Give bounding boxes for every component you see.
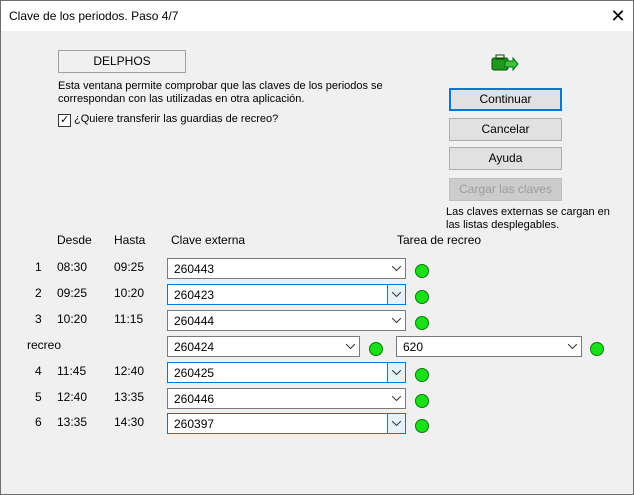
external-key-select[interactable]: 260425 <box>167 362 406 383</box>
status-ok-icon <box>590 342 604 356</box>
chevron-down-icon[interactable] <box>387 414 405 433</box>
title-bar: Clave de los periodos. Paso 4/7 ✕ <box>1 1 633 31</box>
external-key-select[interactable]: 260446 <box>167 388 406 409</box>
external-key-value: 260423 <box>174 288 215 302</box>
chevron-down-icon[interactable] <box>564 337 581 356</box>
row-from: 08:30 <box>57 260 88 274</box>
row-to: 12:40 <box>114 364 145 378</box>
description-text: Esta ventana permite comprobar que las c… <box>58 80 383 105</box>
external-key-value: 260444 <box>174 314 215 328</box>
external-key-select[interactable]: 260444 <box>167 310 406 331</box>
status-ok-icon <box>415 394 429 408</box>
check-mark-icon: ✓ <box>60 114 70 126</box>
break-label: recreo <box>27 338 62 352</box>
break-task-value: 620 <box>403 340 424 354</box>
transfer-icon <box>491 54 519 72</box>
status-ok-icon <box>415 290 429 304</box>
window-title: Clave de los periodos. Paso 4/7 <box>9 9 179 23</box>
row-number: 1 <box>35 260 42 274</box>
external-key-value: 260446 <box>174 392 215 406</box>
external-key-select[interactable]: 260423 <box>167 284 406 305</box>
external-key-value: 260443 <box>174 262 215 276</box>
dialog-window: Clave de los periodos. Paso 4/7 ✕ DELPHO… <box>0 0 634 495</box>
status-ok-icon <box>415 264 429 278</box>
row-number: 3 <box>35 312 42 326</box>
external-key-value: 260397 <box>174 417 215 431</box>
break-task-select[interactable]: 620 <box>396 336 582 357</box>
chevron-down-icon[interactable] <box>387 285 405 304</box>
row-to: 09:25 <box>114 260 145 274</box>
row-number: 2 <box>35 286 42 300</box>
row-number: 5 <box>35 390 42 404</box>
status-ok-icon <box>415 316 429 330</box>
break-key-select[interactable]: 260424 <box>167 336 360 357</box>
row-from: 12:40 <box>57 390 88 404</box>
chevron-down-icon[interactable] <box>342 337 359 356</box>
row-to: 14:30 <box>114 415 145 429</box>
app-name-box: DELPHOS <box>58 50 186 73</box>
header-break-task: Tarea de recreo <box>397 233 482 247</box>
row-from: 10:20 <box>57 312 88 326</box>
help-button[interactable]: Ayuda <box>449 147 562 170</box>
transfer-breaks-label: ¿Quiere transferir las guardias de recre… <box>74 113 279 125</box>
chevron-down-icon[interactable] <box>387 363 405 382</box>
header-external-key: Clave externa <box>171 233 246 247</box>
transfer-breaks-checkbox[interactable]: ✓ <box>58 114 71 127</box>
header-from: Desde <box>57 233 92 247</box>
chevron-down-icon[interactable] <box>388 389 405 408</box>
row-from: 09:25 <box>57 286 88 300</box>
row-to: 10:20 <box>114 286 145 300</box>
chevron-down-icon[interactable] <box>388 259 405 278</box>
status-ok-icon <box>415 419 429 433</box>
load-keys-button[interactable]: Cargar las claves <box>449 178 562 201</box>
row-to: 11:15 <box>114 312 144 326</box>
cancel-button[interactable]: Cancelar <box>449 118 562 141</box>
row-number: 6 <box>35 415 42 429</box>
break-key-value: 260424 <box>174 340 215 354</box>
load-note: Las claves externas se cargan en las lis… <box>446 206 610 231</box>
row-from: 13:35 <box>57 415 88 429</box>
row-to: 13:35 <box>114 390 145 404</box>
status-ok-icon <box>415 368 429 382</box>
row-number: 4 <box>35 364 42 378</box>
external-key-select[interactable]: 260443 <box>167 258 406 279</box>
continue-button[interactable]: Continuar <box>449 88 562 111</box>
external-key-value: 260425 <box>174 366 215 380</box>
external-key-select[interactable]: 260397 <box>167 413 406 434</box>
row-from: 11:45 <box>57 364 87 378</box>
close-button[interactable]: ✕ <box>603 1 633 31</box>
header-to: Hasta <box>114 233 146 247</box>
chevron-down-icon[interactable] <box>388 311 405 330</box>
status-ok-icon <box>369 342 383 356</box>
